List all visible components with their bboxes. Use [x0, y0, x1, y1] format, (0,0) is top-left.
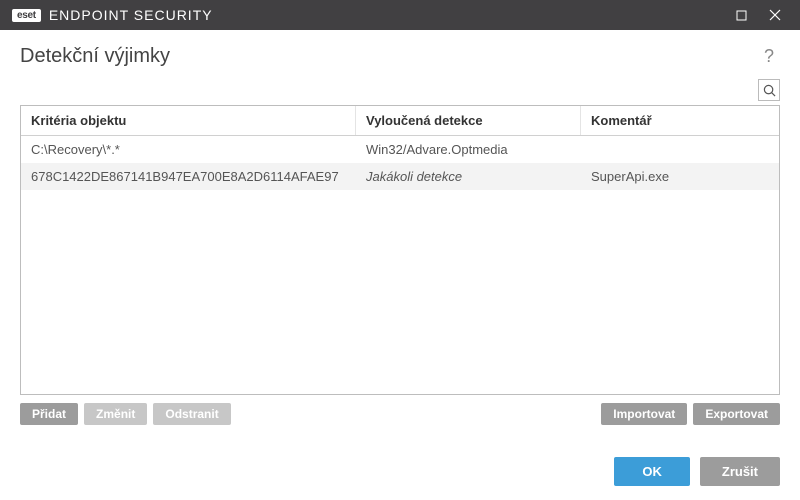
table-header-row: Kritéria objektu Vyloučená detekce Komen… — [21, 106, 779, 136]
help-button[interactable]: ? — [758, 44, 780, 69]
remove-button[interactable]: Odstranit — [153, 403, 230, 425]
cell-detection: Jakákoli detekce — [356, 163, 581, 190]
window-close-button[interactable] — [758, 0, 792, 30]
search-icon — [763, 84, 776, 97]
export-button[interactable]: Exportovat — [693, 403, 780, 425]
search-row — [0, 79, 800, 105]
close-icon — [769, 9, 781, 21]
cell-comment — [581, 136, 779, 163]
window-minimize-button[interactable] — [724, 0, 758, 30]
search-button[interactable] — [758, 79, 780, 101]
page-header: Detekční výjimky ? — [0, 30, 800, 79]
column-header-detection[interactable]: Vyloučená detekce — [356, 106, 581, 135]
cell-criteria: 678C1422DE867141B947EA700E8A2D6114AFAE97 — [21, 163, 356, 190]
cell-comment: SuperApi.exe — [581, 163, 779, 190]
square-icon — [736, 10, 747, 21]
exceptions-table: Kritéria objektu Vyloučená detekce Komen… — [20, 105, 780, 395]
cancel-button[interactable]: Zrušit — [700, 457, 780, 486]
brand-badge: eset — [12, 9, 41, 22]
page-title: Detekční výjimky — [20, 45, 758, 68]
table-row[interactable]: 678C1422DE867141B947EA700E8A2D6114AFAE97… — [21, 163, 779, 190]
brand-text: ENDPOINT SECURITY — [49, 7, 213, 23]
cell-detection: Win32/Advare.Optmedia — [356, 136, 581, 163]
action-bar: Přidat Změnit Odstranit Importovat Expor… — [0, 395, 800, 425]
column-header-criteria[interactable]: Kritéria objektu — [21, 106, 356, 135]
ok-button[interactable]: OK — [614, 457, 690, 486]
titlebar: eset ENDPOINT SECURITY — [0, 0, 800, 30]
import-button[interactable]: Importovat — [601, 403, 687, 425]
edit-button[interactable]: Změnit — [84, 403, 147, 425]
table-row[interactable]: C:\Recovery\*.* Win32/Advare.Optmedia — [21, 136, 779, 163]
dialog-footer: OK Zrušit — [0, 443, 800, 500]
column-header-comment[interactable]: Komentář — [581, 106, 779, 135]
cell-criteria: C:\Recovery\*.* — [21, 136, 356, 163]
add-button[interactable]: Přidat — [20, 403, 78, 425]
